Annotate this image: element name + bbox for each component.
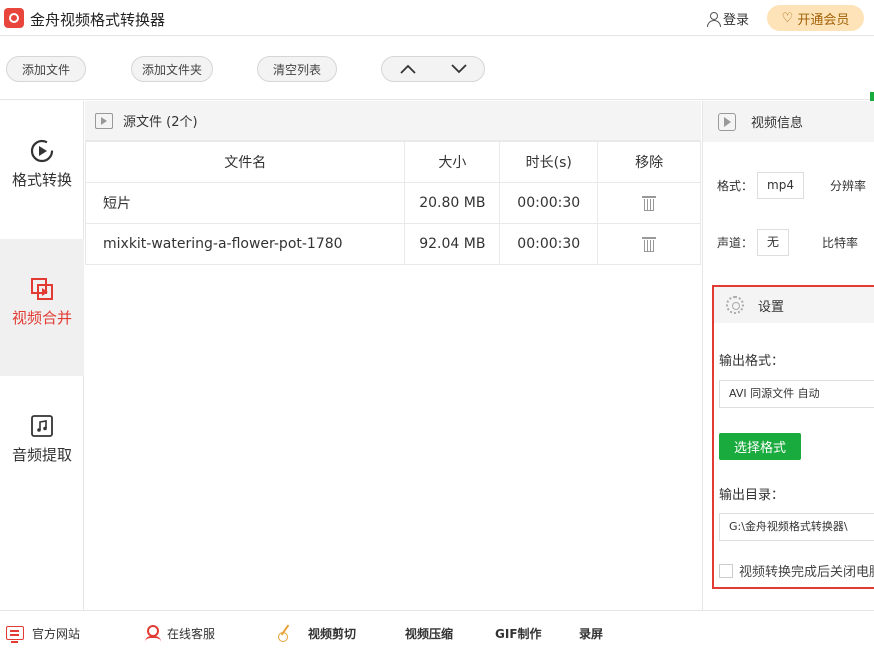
column-remove: 移除 [597, 141, 701, 183]
chevron-up-icon [399, 64, 416, 74]
convert-icon [30, 139, 54, 163]
settings-box: 设置 输出格式： AVI 同源文件 自动 选择格式 输出目录： G:\金舟视频格… [712, 285, 874, 589]
sidebar-item-format-convert[interactable]: 格式转换 [0, 101, 84, 239]
support-link[interactable]: 在线客服 [145, 611, 215, 655]
file-table: 文件名 大小 时长(s) 移除 短片 20.80 MB 00:00:30 mix… [84, 141, 701, 265]
move-down-button[interactable] [433, 57, 484, 81]
diamond-icon: ♡ [781, 10, 794, 26]
cut-label: 视频剪切 [308, 626, 357, 641]
shutdown-label: 视频转换完成后关闭电脑 [739, 565, 874, 580]
gif-link[interactable]: GIF制作 [495, 611, 542, 655]
output-dir-label: 输出目录： [719, 488, 785, 503]
cut-link[interactable]: 视频剪切 [276, 611, 356, 655]
video-info-header: 视频信息 [703, 101, 874, 142]
compress-link[interactable]: 视频压缩 [405, 611, 453, 655]
sidebar-item-audio-extract[interactable]: 音频提取 [0, 376, 84, 513]
video-info-icon [718, 112, 736, 131]
output-format-field[interactable]: AVI 同源文件 自动 [719, 380, 874, 408]
sidebar: 格式转换 视频合并 音频提取 [0, 101, 84, 610]
scissors-icon [276, 624, 296, 642]
title-bar: 金舟视频格式转换器 登录 ♡ 开通会员 [0, 0, 874, 36]
file-size: 20.80 MB [404, 182, 501, 224]
gear-icon [726, 296, 744, 314]
info-panel: 视频信息 格式： mp4 分辨率 声道： 无 比特率 设置 输出格式： AVI … [702, 101, 874, 610]
file-count-label: 源文件 (2个) [123, 115, 198, 130]
file-list-header: 源文件 (2个) [85, 101, 701, 141]
app-logo-icon [4, 8, 24, 28]
table-row[interactable]: 短片 20.80 MB 00:00:30 [84, 182, 701, 224]
remove-cell [597, 223, 701, 265]
toolbar: 添加文件 添加文件夹 清空列表 [0, 37, 874, 118]
resolution-label: 分辨率 [829, 179, 866, 193]
monitor-icon [6, 626, 24, 643]
column-size: 大小 [404, 141, 501, 183]
column-filename: 文件名 [84, 141, 406, 183]
music-icon [31, 415, 53, 437]
shutdown-option[interactable]: 视频转换完成后关闭电脑 [719, 561, 874, 580]
format-value: mp4 [757, 172, 804, 199]
vip-button[interactable]: ♡ 开通会员 [767, 5, 864, 31]
video-info-title: 视频信息 [751, 116, 804, 131]
file-list-panel: 源文件 (2个) 文件名 大小 时长(s) 移除 短片 20.80 MB 00:… [84, 101, 701, 610]
sidebar-item-label: 音频提取 [11, 446, 72, 464]
file-size: 92.04 MB [404, 223, 501, 265]
table-header-row: 文件名 大小 时长(s) 移除 [84, 141, 701, 183]
file-duration: 00:00:30 [499, 182, 599, 224]
format-row: 格式： mp4 分辨率 [717, 172, 866, 199]
support-label: 在线客服 [167, 626, 216, 641]
trash-icon[interactable] [642, 195, 657, 211]
add-folder-button[interactable]: 添加文件夹 [131, 56, 213, 82]
output-format-label: 输出格式： [719, 354, 785, 369]
clear-list-button[interactable]: 清空列表 [257, 56, 337, 82]
sidebar-item-video-merge[interactable]: 视频合并 [0, 239, 84, 376]
login-label: 登录 [723, 13, 750, 28]
format-label: 格式： [717, 179, 754, 193]
file-duration: 00:00:30 [499, 223, 599, 265]
table-row[interactable]: mixkit-watering-a-flower-pot-1780 92.04 … [84, 223, 701, 265]
bottom-bar: 官方网站 在线客服 视频剪切 视频压缩 GIF制作 录屏 [0, 610, 874, 656]
choose-format-button[interactable]: 选择格式 [719, 433, 801, 460]
vip-label: 开通会员 [797, 12, 850, 28]
remove-cell [597, 182, 701, 224]
merge-icon [31, 278, 53, 300]
record-link[interactable]: 录屏 [579, 611, 603, 655]
output-dir-field[interactable]: G:\金舟视频格式转换器\ [719, 513, 874, 541]
customer-service-icon [145, 625, 161, 641]
channel-row: 声道： 无 比特率 [717, 229, 858, 256]
login-button[interactable]: 登录 [707, 9, 749, 28]
video-file-icon [95, 112, 113, 129]
column-duration: 时长(s) [499, 141, 599, 183]
shutdown-checkbox[interactable] [719, 563, 733, 578]
website-label: 官方网站 [32, 626, 81, 641]
settings-header: 设置 [714, 287, 874, 323]
sidebar-item-label: 格式转换 [11, 171, 72, 189]
file-name: mixkit-watering-a-flower-pot-1780 [84, 223, 406, 265]
chevron-down-icon [450, 64, 467, 74]
move-up-button[interactable] [382, 57, 433, 81]
file-name: 短片 [84, 182, 406, 224]
channel-value: 无 [757, 229, 790, 256]
channel-label: 声道： [717, 236, 754, 250]
website-link[interactable]: 官方网站 [6, 611, 80, 655]
trash-icon[interactable] [642, 236, 657, 252]
settings-title: 设置 [758, 299, 785, 315]
user-icon [707, 11, 721, 27]
add-file-button[interactable]: 添加文件 [6, 56, 86, 82]
reorder-buttons [381, 56, 485, 82]
app-title: 金舟视频格式转换器 [30, 11, 166, 29]
sidebar-item-label: 视频合并 [11, 309, 72, 327]
bitrate-label: 比特率 [822, 236, 859, 250]
